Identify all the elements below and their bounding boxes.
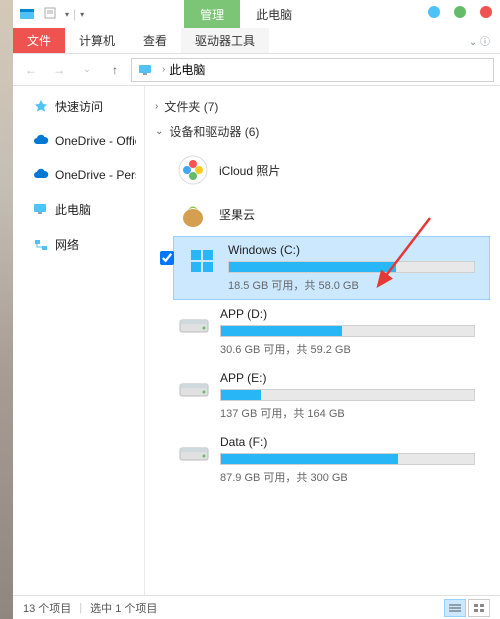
view-toggle xyxy=(444,599,490,617)
ribbon-drive-tools[interactable]: 驱动器工具 xyxy=(181,28,269,53)
window-controls xyxy=(428,6,492,18)
maximize-button[interactable] xyxy=(454,6,466,18)
status-item-count: 13 个项目 xyxy=(23,600,71,616)
group-folders[interactable]: › 文件夹 (7) xyxy=(155,94,490,119)
photos-icon xyxy=(177,154,209,186)
drive-item[interactable]: APP (E:) 137 GB 可用，共 164 GB xyxy=(173,364,490,428)
app-icon xyxy=(19,6,35,22)
windows-icon xyxy=(186,245,218,277)
address-box[interactable]: › 此电脑 xyxy=(131,58,494,82)
status-selected-count: 选中 1 个项目 xyxy=(90,600,157,616)
nutstore-icon xyxy=(177,198,209,230)
nav-back-button[interactable]: ← xyxy=(19,58,43,82)
main-view: › 文件夹 (7) ⌄ 设备和驱动器 (6) iCloud 照片 xyxy=(145,86,500,595)
explorer-window: ▾ | ▾ 管理 此电脑 文件 计算机 查看 驱动器工具 ⌄ ⓘ ← → ⌄ ↑… xyxy=(13,0,500,619)
qat-properties-icon[interactable] xyxy=(43,6,59,22)
desktop-background-edge xyxy=(0,0,13,619)
content-area: 快速访问 OneDrive - Office365 OneDrive - Per… xyxy=(13,86,500,595)
drive-info: Windows (C:) 18.5 GB 可用，共 58.0 GB xyxy=(228,243,485,293)
drive-stats: 18.5 GB 可用，共 58.0 GB xyxy=(228,277,475,293)
ribbon-expand-icon[interactable]: ⌄ ⓘ xyxy=(459,28,500,53)
minimize-button[interactable] xyxy=(428,6,440,18)
sidebar-network[interactable]: 网络 xyxy=(13,232,144,257)
device-label: iCloud 照片 xyxy=(219,162,280,179)
drive-name: APP (D:) xyxy=(220,307,475,321)
star-icon xyxy=(33,99,49,115)
drive-name: Data (F:) xyxy=(220,435,475,449)
drive-usage-bar xyxy=(220,453,475,465)
context-tabs: 管理 此电脑 xyxy=(184,0,308,28)
chevron-down-icon: ⌄ xyxy=(155,126,163,137)
chevron-right-icon: › xyxy=(155,101,158,112)
thispc-icon xyxy=(138,63,152,77)
drive-usage-bar xyxy=(228,261,475,273)
drive-checkbox[interactable] xyxy=(160,251,174,265)
thispc-icon xyxy=(33,202,49,218)
network-icon xyxy=(33,237,49,253)
drive-usage-bar xyxy=(220,325,475,337)
drive-item[interactable]: APP (D:) 30.6 GB 可用，共 59.2 GB xyxy=(173,300,490,364)
ribbon-tabs: 文件 计算机 查看 驱动器工具 ⌄ ⓘ xyxy=(13,28,500,54)
sidebar-label: 此电脑 xyxy=(55,201,91,218)
drive-usage-bar xyxy=(220,389,475,401)
drive-item[interactable]: Data (F:) 87.9 GB 可用，共 300 GB xyxy=(173,428,490,492)
qat-dropdown-icon[interactable]: ▾ xyxy=(65,10,69,19)
drive-stats: 87.9 GB 可用，共 300 GB xyxy=(220,469,475,485)
sidebar-onedrive-personal[interactable]: OneDrive - Personal xyxy=(13,163,144,187)
drive-info: Data (F:) 87.9 GB 可用，共 300 GB xyxy=(220,435,485,485)
sidebar-label: 快速访问 xyxy=(55,98,103,115)
ribbon-computer[interactable]: 计算机 xyxy=(65,28,129,53)
device-label: 坚果云 xyxy=(219,206,255,223)
qat-customize-icon[interactable]: ▾ xyxy=(80,10,84,19)
cloud-icon xyxy=(33,133,49,149)
drive-name: Windows (C:) xyxy=(228,243,475,257)
drive-info: APP (D:) 30.6 GB 可用，共 59.2 GB xyxy=(220,307,485,357)
device-icloud[interactable]: iCloud 照片 xyxy=(173,148,490,192)
group-label: 文件夹 (7) xyxy=(164,98,218,115)
drive-info: APP (E:) 137 GB 可用，共 164 GB xyxy=(220,371,485,421)
nav-forward-button[interactable]: → xyxy=(47,58,71,82)
tab-manage[interactable]: 管理 xyxy=(184,0,240,28)
sidebar-quick-access[interactable]: 快速访问 xyxy=(13,94,144,119)
drive-icon xyxy=(178,437,210,469)
cloud-icon xyxy=(33,167,49,183)
status-bar: 13 个项目 | 选中 1 个项目 xyxy=(13,595,500,619)
chevron-right-icon[interactable]: › xyxy=(162,64,165,75)
drive-stats: 30.6 GB 可用，共 59.2 GB xyxy=(220,341,475,357)
ribbon-file[interactable]: 文件 xyxy=(13,28,65,53)
close-button[interactable] xyxy=(480,6,492,18)
view-icons-button[interactable] xyxy=(468,599,490,617)
sidebar-label: 网络 xyxy=(55,236,79,253)
group-devices[interactable]: ⌄ 设备和驱动器 (6) xyxy=(155,119,490,144)
device-nutstore[interactable]: 坚果云 xyxy=(173,192,490,236)
drive-stats: 137 GB 可用，共 164 GB xyxy=(220,405,475,421)
drive-name: APP (E:) xyxy=(220,371,475,385)
sidebar-label: OneDrive - Office365 xyxy=(55,134,136,148)
title-bar: ▾ | ▾ 管理 此电脑 xyxy=(13,0,500,28)
address-text: 此电脑 xyxy=(169,61,205,78)
nav-recent-dropdown[interactable]: ⌄ xyxy=(75,58,99,82)
ribbon-view[interactable]: 查看 xyxy=(129,28,181,53)
drive-item[interactable]: Windows (C:) 18.5 GB 可用，共 58.0 GB xyxy=(173,236,490,300)
sidebar-this-pc[interactable]: 此电脑 xyxy=(13,197,144,222)
drive-icon xyxy=(178,309,210,341)
devices-list: iCloud 照片 坚果云 Windows (C:) 18.5 GB 可用，共 5… xyxy=(155,144,490,502)
group-label: 设备和驱动器 (6) xyxy=(169,123,259,140)
tab-title-thispc: 此电脑 xyxy=(240,0,308,28)
navigation-pane: 快速访问 OneDrive - Office365 OneDrive - Per… xyxy=(13,86,145,595)
sidebar-onedrive-office[interactable]: OneDrive - Office365 xyxy=(13,129,144,153)
nav-up-button[interactable]: ↑ xyxy=(103,58,127,82)
view-details-button[interactable] xyxy=(444,599,466,617)
address-bar: ← → ⌄ ↑ › 此电脑 xyxy=(13,54,500,86)
drive-icon xyxy=(178,373,210,405)
sidebar-label: OneDrive - Personal xyxy=(55,168,136,182)
